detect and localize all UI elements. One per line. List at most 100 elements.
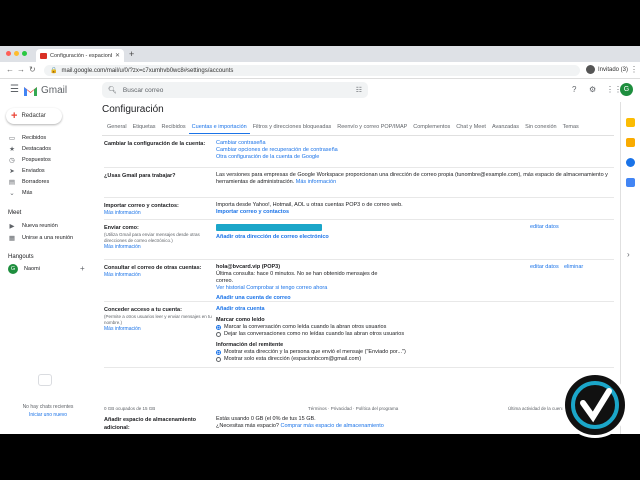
compose-label: Redactar <box>21 113 46 119</box>
import-more-info-link[interactable]: Más información <box>104 210 212 217</box>
show-sender-option[interactable]: Mostrar esta dirección y la persona que … <box>216 349 546 356</box>
minimize-window-button[interactable] <box>14 51 19 56</box>
radio-selected[interactable] <box>216 350 221 355</box>
tab-chat-meet[interactable]: Chat y Meet <box>453 124 489 134</box>
check-mail-more-info-link[interactable]: Más información <box>104 272 212 279</box>
close-icon[interactable]: ✕ <box>115 52 120 59</box>
start-new-chat-link[interactable]: Iniciar uno nuevo <box>0 412 96 418</box>
work-more-info-link[interactable]: Más información <box>296 179 336 185</box>
tab-forwarding[interactable]: Reenvío y correo POP/IMAP <box>334 124 410 134</box>
add-another-account-link[interactable]: Añadir otra cuenta <box>216 306 546 313</box>
empty-chat-message: No hay chats recientes <box>22 404 74 410</box>
sidebar-item-more[interactable]: ⌄ Más <box>8 189 32 197</box>
view-history-link[interactable]: Ver historial <box>216 285 245 291</box>
tab-inbox[interactable]: Recibidos <box>159 124 189 134</box>
mark-read-title: Marcar como leído <box>216 317 265 323</box>
radio-selected[interactable] <box>216 325 221 330</box>
import-mail-contacts-link[interactable]: Importar correo y contactos <box>216 209 546 216</box>
draft-icon: ▤ <box>8 179 16 186</box>
row-value: hola@bvcard.vip (POP3) Última consulta: … <box>216 264 386 302</box>
compose-button[interactable]: + Redactar <box>6 108 62 124</box>
buy-storage-link[interactable]: Comprar más espacio de almacenamiento <box>281 423 384 429</box>
grant-access-more-info-link[interactable]: Más información <box>104 326 212 333</box>
sidebar-item-drafts[interactable]: ▤ Borradores <box>8 178 49 186</box>
row-label: Conceder acceso a tu cuenta: (Permite a … <box>104 306 212 333</box>
keep-unread-option[interactable]: Dejar las conversaciones como no leídas … <box>216 331 546 338</box>
url-text: mail.google.com/mail/u/0/?zx=c7xumhvb0wc… <box>61 67 234 74</box>
browser-tab[interactable]: Configuración - espacionbcom@ ✕ <box>36 49 124 62</box>
delete-account-link[interactable]: eliminar <box>564 264 583 270</box>
tab-accounts[interactable]: Cuentas e importación <box>188 124 250 134</box>
sidebar-item-label: Recibidos <box>22 135 47 141</box>
radio-label: Mostrar solo esta dirección (espacionbco… <box>224 356 362 362</box>
maximize-window-button[interactable] <box>22 51 27 56</box>
radio-unselected[interactable] <box>216 357 221 362</box>
radio-label: Marcar la conversación como leída cuando… <box>224 324 387 330</box>
url-input[interactable]: 🔒 mail.google.com/mail/u/0/?zx=c7xumhvb0… <box>44 65 580 76</box>
settings-tabs: General Etiquetas Recibidos Cuentas e im… <box>104 124 582 134</box>
calendar-icon[interactable] <box>626 118 635 127</box>
sidebar-item-inbox[interactable]: ▭ Recibidos <box>8 134 46 142</box>
settings-gear-icon[interactable]: ⚙ <box>589 85 596 94</box>
change-recovery-link[interactable]: Cambiar opciones de recuperación de cont… <box>216 147 546 154</box>
main-menu-icon[interactable]: ☰ <box>10 84 19 95</box>
search-icon[interactable]: 🔍︎ <box>108 86 117 94</box>
keep-icon[interactable] <box>626 138 635 147</box>
add-email-address-link[interactable]: Añadir otra dirección de correo electrón… <box>216 234 546 241</box>
search-input[interactable]: 🔍︎ Buscar correo ☷ <box>102 82 368 98</box>
row-value: Añadir otra cuenta Marcar como leído Mar… <box>216 306 546 363</box>
radio-unselected[interactable] <box>216 332 221 337</box>
back-icon[interactable]: ← <box>6 65 14 74</box>
send-as-more-info-link[interactable]: Más información <box>104 244 212 251</box>
forward-icon[interactable]: → <box>17 65 25 74</box>
meet-new-meeting[interactable]: ▶ Nueva reunión <box>8 222 58 230</box>
tab-offline[interactable]: Sin conexión <box>522 124 560 134</box>
tab-general[interactable]: General <box>104 124 130 134</box>
edit-account-link[interactable]: editar datos <box>530 264 559 270</box>
google-account-settings-link[interactable]: Otra configuración de la cuenta de Googl… <box>216 154 546 161</box>
account-avatar[interactable]: G <box>620 83 633 96</box>
send-as-description: (Utiliza Gmail para enviar mensajes desd… <box>104 232 200 243</box>
watermark-logo <box>562 372 628 438</box>
plus-icon: + <box>11 110 18 122</box>
chat-bubble-icon <box>38 374 52 386</box>
reload-icon[interactable]: ↻ <box>29 65 36 74</box>
new-tab-button[interactable]: + <box>129 49 134 59</box>
mark-read-option[interactable]: Marcar la conversación como leída cuando… <box>216 324 546 331</box>
sidebar-item-starred[interactable]: ★ Destacados <box>8 145 51 153</box>
sidebar-item-label: Más <box>22 190 33 196</box>
close-window-button[interactable] <box>6 51 11 56</box>
settings-main: Configuración General Etiquetas Recibido… <box>96 102 620 434</box>
tab-labels[interactable]: Etiquetas <box>130 124 159 134</box>
meet-join-meeting[interactable]: ▦ Unirse a una reunión <box>8 234 73 242</box>
chevron-right-icon[interactable]: › <box>627 250 630 259</box>
sidebar-item-sent[interactable]: ➤ Enviados <box>8 167 44 175</box>
add-chat-icon[interactable]: + <box>80 264 85 273</box>
add-mail-account-link[interactable]: Añadir una cuenta de correo <box>216 295 386 302</box>
show-address-only-option[interactable]: Mostrar solo esta dirección (espacionbco… <box>216 356 546 363</box>
tab-themes[interactable]: Temas <box>560 124 582 134</box>
tab-advanced[interactable]: Avanzadas <box>489 124 522 134</box>
search-options-icon[interactable]: ☷ <box>356 86 362 94</box>
help-icon[interactable]: ? <box>572 85 576 94</box>
hangouts-user[interactable]: G Naomi <box>8 264 40 274</box>
gmail-logo[interactable]: Gmail <box>24 85 67 96</box>
row-label: ¿Usas Gmail para trabajar? <box>104 173 176 179</box>
tab-filters[interactable]: Filtros y direcciones bloqueadas <box>250 124 335 134</box>
lock-icon[interactable]: 🔒 <box>50 67 57 74</box>
sidebar-item-label: Pospuestos <box>22 157 51 163</box>
radio-label: Dejar las conversaciones como no leídas … <box>224 331 405 337</box>
sender-info-title: Información del remitente <box>216 342 284 348</box>
edit-info-link[interactable]: editar datos <box>530 224 559 230</box>
contacts-icon[interactable] <box>626 178 635 187</box>
check-mail-now-link[interactable]: Comprobar si tengo correo ahora <box>246 285 327 291</box>
tasks-icon[interactable] <box>626 158 635 167</box>
window-controls <box>6 51 27 56</box>
sidebar-item-snoozed[interactable]: ◷ Pospuestos <box>8 156 51 164</box>
gmail-m-icon <box>24 86 37 96</box>
profile-button[interactable]: Invitado (3) <box>586 65 628 74</box>
tab-addons[interactable]: Complementos <box>410 124 453 134</box>
browser-menu-icon[interactable]: ⋮ <box>630 65 638 74</box>
terms-links[interactable]: Términos · Privacidad · Política del pro… <box>308 406 398 411</box>
change-password-link[interactable]: Cambiar contraseña <box>216 140 546 147</box>
